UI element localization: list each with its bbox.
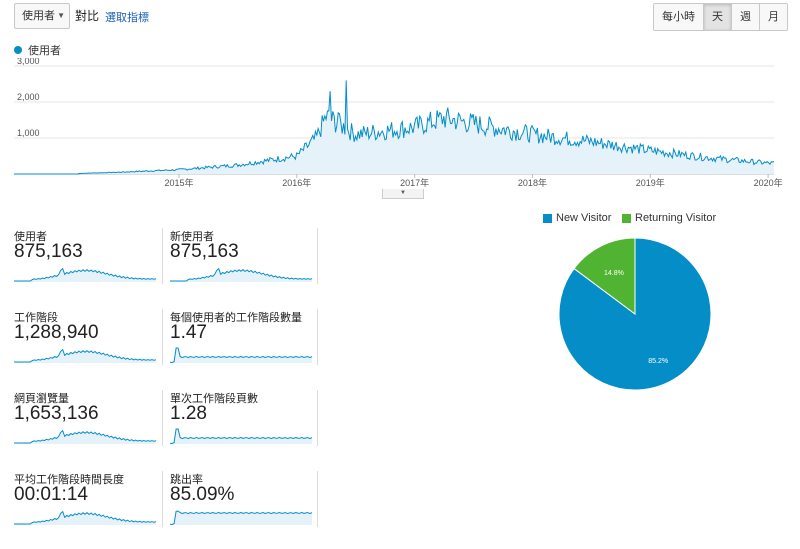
scorecard-users[interactable]: 使用者 875,163 — [14, 228, 164, 306]
users-series-area — [14, 80, 774, 174]
x-tick-label: 2017年 — [400, 177, 429, 188]
scorecard-value: 875,163 — [14, 241, 83, 262]
x-tick-label: 2015年 — [164, 177, 193, 188]
card-divider — [162, 309, 163, 365]
pie-legend-new: New Visitor — [543, 212, 611, 224]
card-divider — [317, 390, 318, 446]
scorecard-value: 1,288,940 — [14, 322, 99, 343]
card-divider — [317, 228, 318, 284]
sparkline — [14, 348, 156, 363]
scorecard-value: 1,653,136 — [14, 403, 99, 424]
sparkline — [170, 267, 312, 282]
y-tick-label: 1,000 — [17, 128, 40, 138]
card-divider — [317, 309, 318, 365]
x-tick-label: 2019年 — [636, 177, 665, 188]
scorecard-sessions[interactable]: 工作階段 1,288,940 — [14, 309, 164, 387]
metric-dropdown[interactable]: 使用者 ▼ — [14, 3, 70, 29]
sparkline-area — [14, 349, 156, 363]
pie-legend-returning: Returning Visitor — [622, 212, 716, 224]
x-tick-label: 2018年 — [518, 177, 547, 188]
granularity-week-button[interactable]: 週 — [731, 4, 759, 30]
x-tick-label: 2020年 — [754, 177, 783, 188]
scorecard-sessions-per-user[interactable]: 每個使用者的工作階段數量 1.47 — [170, 309, 320, 387]
scorecard-value: 85.09% — [170, 484, 235, 505]
pie-legend-returning-label: Returning Visitor — [635, 212, 717, 224]
scorecard-pages-per-session[interactable]: 單次工作階段頁數 1.28 — [170, 390, 320, 468]
y-tick-label: 2,000 — [17, 92, 40, 102]
card-divider — [317, 471, 318, 527]
scorecard-value: 00:01:14 — [14, 484, 88, 505]
sparkline-area — [170, 348, 312, 363]
x-tick-label: 2016年 — [282, 177, 311, 188]
sparkline-area — [14, 430, 156, 444]
granularity-day-button[interactable]: 天 — [703, 4, 731, 30]
granularity-hourly-button[interactable]: 每小時 — [654, 4, 703, 30]
main-chart-legend-label: 使用者 — [28, 45, 61, 57]
series-dot-icon — [14, 46, 22, 54]
sparkline — [170, 428, 312, 444]
scorecard-value: 1.47 — [170, 322, 207, 343]
sparkline — [14, 510, 156, 525]
sparkline — [14, 429, 156, 444]
scorecard-pageviews[interactable]: 網頁瀏覽量 1,653,136 — [14, 390, 164, 468]
scorecard-new-users[interactable]: 新使用者 875,163 — [170, 228, 320, 306]
main-chart-legend: 使用者 — [14, 42, 61, 58]
scorecard-avg-session-duration[interactable]: 平均工作階段時間長度 00:01:14 — [14, 471, 164, 549]
y-tick-label: 3,000 — [17, 58, 40, 66]
visitor-type-pie-chart: 85.2% 14.8% — [558, 237, 712, 391]
chevron-down-icon: ▼ — [57, 11, 65, 20]
sparkline — [170, 510, 312, 525]
card-divider — [162, 471, 163, 527]
sparkline — [14, 267, 156, 282]
scorecard-value: 1.28 — [170, 403, 207, 424]
users-over-time-chart: 1,000 2,000 3,000 2015年 2016年 2017年 2018年 2019… — [14, 58, 783, 188]
chart-collapse-handle[interactable]: ▼ — [382, 189, 424, 199]
choose-metric-link[interactable]: 選取指標 — [105, 9, 149, 25]
sparkline-area — [14, 511, 156, 525]
compare-label: 對比 — [75, 9, 100, 23]
sparkline-area — [170, 429, 312, 444]
pie-legend-new-label: New Visitor — [556, 212, 612, 224]
card-divider — [162, 390, 163, 446]
returning-visitor-swatch — [622, 213, 631, 223]
pie-slice-label: 14.8% — [604, 270, 624, 277]
card-divider — [162, 228, 163, 284]
sparkline-area — [170, 268, 312, 282]
scorecard-value: 875,163 — [170, 241, 239, 262]
granularity-month-button[interactable]: 月 — [759, 4, 787, 30]
pie-slice-label: 85.2% — [648, 358, 668, 365]
new-visitor-swatch — [543, 213, 552, 223]
sparkline — [170, 347, 312, 363]
sparkline-area — [14, 268, 156, 282]
granularity-toggle: 每小時 天 週 月 — [653, 3, 788, 31]
metric-dropdown-value: 使用者 — [22, 10, 55, 22]
scorecard-bounce-rate[interactable]: 跳出率 85.09% — [170, 471, 320, 549]
